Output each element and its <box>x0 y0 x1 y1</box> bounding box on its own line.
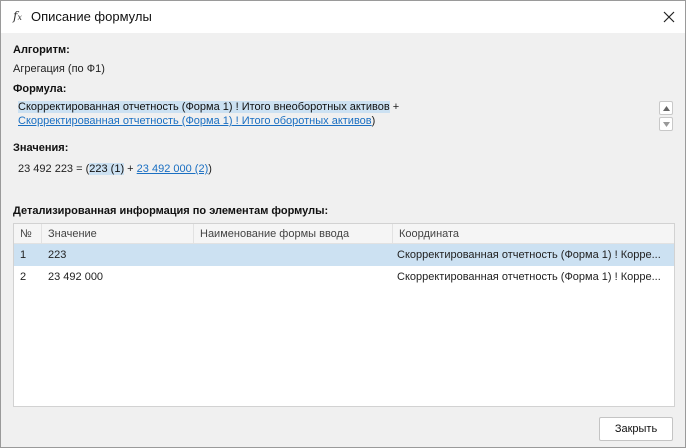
formula-line-2: Скорректированная отчетность (Форма 1) !… <box>18 115 375 127</box>
values-term-2-link[interactable]: 23 492 000 (2) <box>137 163 209 175</box>
chevron-up-icon <box>662 105 670 111</box>
details-label: Детализированная информация по элементам… <box>13 205 329 217</box>
cell-form-name <box>194 244 393 266</box>
formula-operator: + <box>389 101 400 113</box>
formula-term-2-link[interactable]: Скорректированная отчетность (Форма 1) !… <box>18 115 372 127</box>
cell-value: 23 492 000 <box>48 271 104 283</box>
values-close-paren: ) <box>208 163 212 175</box>
formula-line-1: Скорректированная отчетность (Форма 1) !… <box>18 101 399 113</box>
values-plus: + <box>124 163 137 175</box>
title-bar: fx Описание формулы <box>1 1 685 33</box>
scroll-up-button[interactable] <box>659 101 673 115</box>
scroll-down-button[interactable] <box>659 117 673 131</box>
algorithm-label: Алгоритм: <box>13 44 70 56</box>
dialog-content: Алгоритм: Агрегация (по Ф1) Формула: Ско… <box>1 33 685 447</box>
cell-value: 223 <box>48 249 67 261</box>
values-label: Значения: <box>13 142 69 154</box>
formula-description-dialog: fx Описание формулы Алгоритм: Агрегация … <box>0 0 686 448</box>
close-button[interactable]: Закрыть <box>599 417 673 441</box>
chevron-down-icon <box>662 121 670 127</box>
cell-number: 1 <box>20 249 27 261</box>
close-icon[interactable] <box>657 5 681 29</box>
values-expression: 23 492 223 = (223 (1) + 23 492 000 (2)) <box>18 163 212 175</box>
values-term-1: 223 (1) <box>89 163 125 175</box>
algorithm-value: Агрегация (по Ф1) <box>13 63 105 75</box>
table-row[interactable]: 2 23 492 000 Скорректированная отчетност… <box>14 266 674 288</box>
cell-number: 2 <box>20 271 27 283</box>
formula-label: Формула: <box>13 83 67 95</box>
values-result: 23 492 223 = ( <box>18 163 90 175</box>
details-table: № Значение Наименование формы ввода Коор… <box>13 223 675 407</box>
formula-close-paren: ) <box>371 115 376 127</box>
column-header-coordinate[interactable]: Координата <box>393 224 674 244</box>
column-header-form-name[interactable]: Наименование формы ввода <box>194 224 393 244</box>
window-title: Описание формулы <box>31 9 152 24</box>
formula-term-1: Скорректированная отчетность (Форма 1) !… <box>18 101 390 113</box>
table-header: № Значение Наименование формы ввода Коор… <box>14 224 674 244</box>
cell-coordinate: Скорректированная отчетность (Форма 1) !… <box>397 271 661 283</box>
cell-coordinate: Скорректированная отчетность (Форма 1) !… <box>397 249 661 261</box>
table-row[interactable]: 1 223 Скорректированная отчетность (Форм… <box>14 244 674 266</box>
cell-form-name <box>194 266 393 288</box>
function-icon: fx <box>13 9 22 23</box>
formula-text-area[interactable]: Скорректированная отчетность (Форма 1) !… <box>13 97 675 133</box>
column-header-value[interactable]: Значение <box>42 224 194 244</box>
column-header-number[interactable]: № <box>14 224 42 244</box>
